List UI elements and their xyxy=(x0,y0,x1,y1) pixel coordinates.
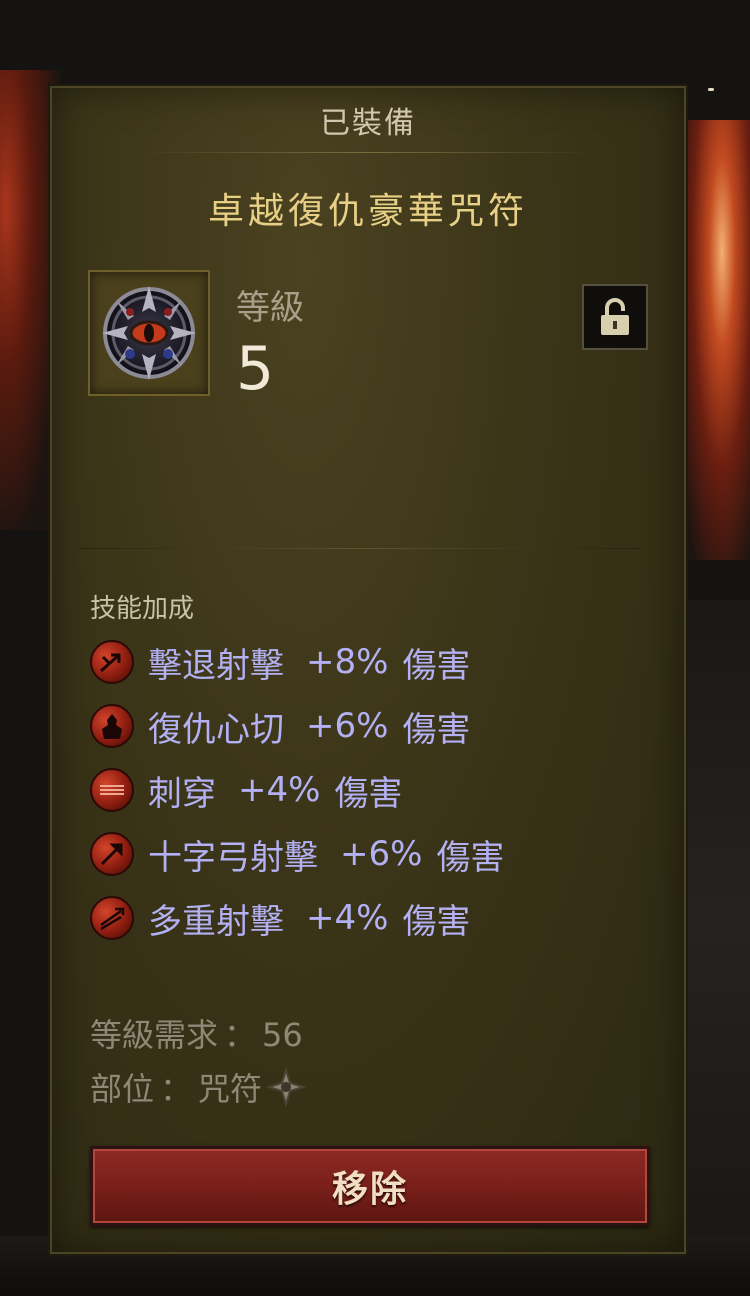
level-requirement-label: 等級需求 xyxy=(90,1016,219,1054)
slot-label: 部位 xyxy=(90,1070,155,1108)
skill-bonus-unit: 傷害 xyxy=(402,709,471,750)
vengeance-icon xyxy=(90,704,134,748)
item-name: 卓越復仇豪華咒符 xyxy=(207,191,528,232)
skill-bonus-row: 刺穿 +4% 傷害 xyxy=(90,758,650,822)
section-divider xyxy=(80,548,640,549)
level-requirement-separator: ： xyxy=(224,1016,257,1054)
lock-icon xyxy=(601,298,629,335)
background-spark xyxy=(708,88,714,91)
slot-value: 咒符 xyxy=(198,1070,263,1108)
header-divider xyxy=(142,152,592,153)
skill-bonus-unit: 傷害 xyxy=(402,901,471,942)
skill-bonus-heading: 技能加成 xyxy=(90,594,195,624)
panel-header: 已裝備 xyxy=(320,106,416,141)
skill-name: 刺穿 xyxy=(148,773,216,814)
item-tooltip-panel: 已裝備 卓越復仇豪華咒符 等級 5 技能加成 擊退射擊 +8% 傷害 復仇心切 … xyxy=(50,86,686,1254)
item-level-label: 等級 xyxy=(236,288,304,328)
skill-bonus-unit: 傷害 xyxy=(436,837,505,878)
level-requirement: 等級需求： 56 xyxy=(90,1010,303,1056)
level-requirement-value: 56 xyxy=(262,1016,303,1054)
skill-bonus-value: +4% xyxy=(306,898,389,938)
skill-bonus-row: 十字弓射擊 +6% 傷害 xyxy=(90,822,650,886)
skill-bonus-list: 擊退射擊 +8% 傷害 復仇心切 +6% 傷害 刺穿 +4% 傷害 十字弓射擊 … xyxy=(90,630,650,950)
lock-button[interactable] xyxy=(582,284,648,350)
equipment-slot: 部位：咒符 xyxy=(90,1064,307,1110)
crossbow-shot-icon xyxy=(90,832,134,876)
skill-bonus-unit: 傷害 xyxy=(402,645,471,686)
skill-bonus-row: 多重射擊 +4% 傷害 xyxy=(90,886,650,950)
skill-bonus-unit: 傷害 xyxy=(334,773,403,814)
skill-name: 十字弓射擊 xyxy=(148,837,318,878)
skill-bonus-row: 復仇心切 +6% 傷害 xyxy=(90,694,650,758)
skill-bonus-value: +8% xyxy=(306,642,389,682)
item-icon-frame[interactable] xyxy=(88,270,210,396)
remove-button[interactable]: 移除 xyxy=(90,1146,650,1226)
skill-name: 多重射擊 xyxy=(148,901,284,942)
background-right-shadow xyxy=(686,600,750,1240)
skill-bonus-value: +4% xyxy=(238,770,321,810)
item-level-value: 5 xyxy=(236,334,275,404)
skill-name: 復仇心切 xyxy=(148,709,284,750)
skill-bonus-value: +6% xyxy=(340,834,423,874)
skill-bonus-row: 擊退射擊 +8% 傷害 xyxy=(90,630,650,694)
background-right-flame xyxy=(680,120,750,560)
skill-name: 擊退射擊 xyxy=(148,645,284,686)
skill-bonus-value: +6% xyxy=(306,706,389,746)
slot-separator: ： xyxy=(160,1070,193,1108)
rune-amulet-icon xyxy=(102,286,196,380)
knockback-shot-icon xyxy=(90,640,134,684)
pierce-icon xyxy=(90,768,134,812)
multishot-icon xyxy=(90,896,134,940)
charm-slot-icon xyxy=(266,1067,307,1107)
